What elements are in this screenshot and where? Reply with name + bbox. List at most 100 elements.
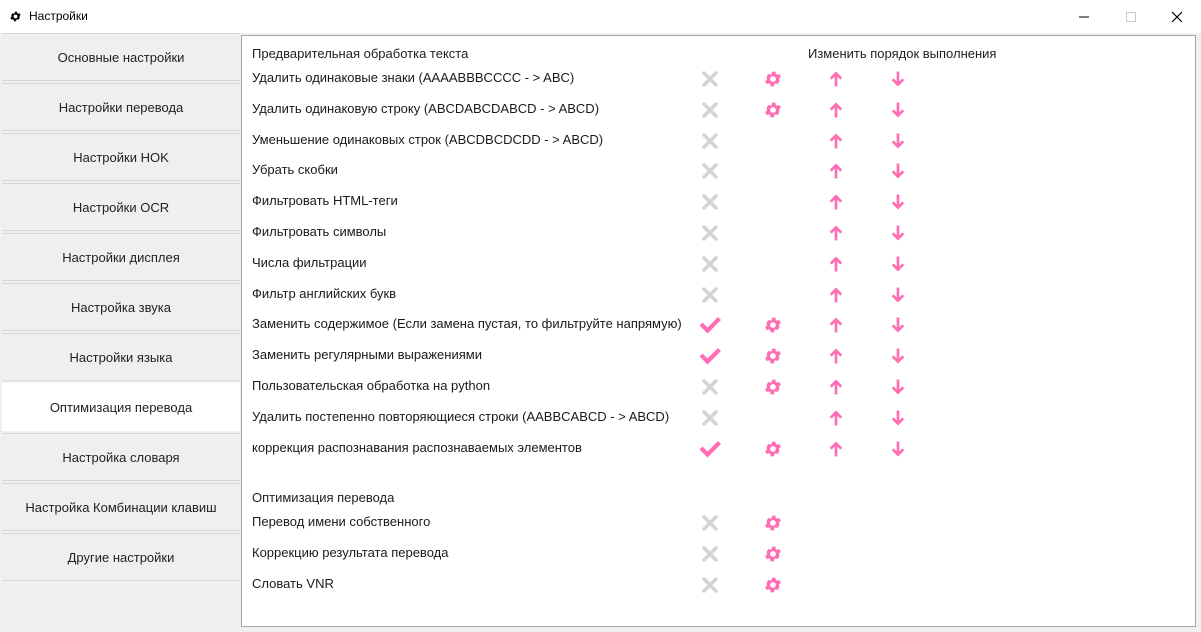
cross-icon[interactable] bbox=[697, 220, 723, 246]
arrow-down-icon[interactable] bbox=[888, 408, 908, 428]
arrow-down-icon[interactable] bbox=[888, 100, 908, 120]
sidebar-item-9[interactable]: Настройка Комбинации клавиш bbox=[2, 483, 240, 531]
gear-icon[interactable] bbox=[763, 100, 783, 120]
cross-icon[interactable] bbox=[697, 66, 723, 92]
close-icon bbox=[1171, 11, 1183, 23]
arrow-down-icon[interactable] bbox=[888, 192, 908, 212]
gear-icon[interactable] bbox=[763, 69, 783, 89]
arrow-down-icon[interactable] bbox=[888, 131, 908, 151]
preprocessing-row: Заменить регулярными выражениями bbox=[242, 341, 1197, 372]
arrow-down-icon[interactable] bbox=[888, 223, 908, 243]
arrow-up-icon[interactable] bbox=[826, 161, 846, 181]
preprocessing-label: Фильтр английских букв bbox=[252, 285, 397, 301]
arrow-down-icon[interactable] bbox=[888, 315, 908, 335]
preprocessing-row: Удалить одинаковые знаки (AAAABBBCCCC - … bbox=[242, 64, 1197, 95]
close-button[interactable] bbox=[1154, 0, 1200, 33]
gear-icon[interactable] bbox=[763, 439, 783, 459]
arrow-up-icon[interactable] bbox=[826, 377, 846, 397]
sidebar-item-5[interactable]: Настройка звука bbox=[2, 283, 240, 331]
preprocessing-label: Уменьшение одинаковых строк (ABCDBCDCDD … bbox=[252, 131, 604, 147]
sidebar-item-6[interactable]: Настройки языка bbox=[2, 333, 240, 381]
minimize-icon bbox=[1079, 16, 1089, 18]
preprocessing-row: Фильтровать HTML-теги bbox=[242, 187, 1197, 218]
arrow-up-icon[interactable] bbox=[826, 346, 846, 366]
gear-icon[interactable] bbox=[763, 544, 783, 564]
optimization-panel: Предварительная обработка текста Изменит… bbox=[241, 35, 1196, 627]
optimization-row: Перевод имени собственного bbox=[242, 508, 1197, 539]
preprocessing-label: Пользовательская обработка на python bbox=[252, 378, 491, 393]
preprocessing-label: Удалить одинаковые знаки (AAAABBBCCCC - … bbox=[252, 70, 575, 85]
optimization-title: Оптимизация перевода bbox=[252, 490, 395, 505]
arrow-up-icon[interactable] bbox=[826, 223, 846, 243]
maximize-button[interactable] bbox=[1108, 0, 1154, 33]
arrow-up-icon[interactable] bbox=[826, 408, 846, 428]
optimization-row: Словать VNR bbox=[242, 570, 1197, 601]
arrow-up-icon[interactable] bbox=[826, 100, 846, 120]
arrow-up-icon[interactable] bbox=[826, 439, 846, 459]
preprocessing-label: Фильтровать символы bbox=[252, 224, 387, 239]
check-icon[interactable] bbox=[697, 436, 723, 462]
preprocessing-row: Заменить содержимое (Если замена пустая,… bbox=[242, 310, 1197, 341]
check-icon[interactable] bbox=[697, 343, 723, 369]
cross-icon[interactable] bbox=[697, 158, 723, 184]
preprocessing-row: Удалить постепенно повторяющиеся строки … bbox=[242, 403, 1197, 434]
cross-icon[interactable] bbox=[697, 97, 723, 123]
preprocessing-label: Фильтровать HTML-теги bbox=[252, 193, 398, 209]
sidebar-item-3[interactable]: Настройки OCR bbox=[2, 183, 240, 231]
maximize-icon bbox=[1126, 12, 1136, 22]
optimization-row: Коррекцию результата перевода bbox=[242, 539, 1197, 570]
preprocessing-row: Числа фильтрации bbox=[242, 249, 1197, 280]
preprocessing-row: Пользовательская обработка на python bbox=[242, 372, 1197, 403]
preprocessing-row: коррекция распознавания распознаваемых э… bbox=[242, 434, 1197, 465]
gear-icon[interactable] bbox=[763, 377, 783, 397]
cross-icon[interactable] bbox=[697, 128, 723, 154]
cross-icon[interactable] bbox=[697, 405, 723, 431]
sidebar-item-1[interactable]: Настройки перевода bbox=[2, 83, 240, 131]
cross-icon[interactable] bbox=[697, 541, 723, 567]
cross-icon[interactable] bbox=[697, 282, 723, 308]
arrow-up-icon[interactable] bbox=[826, 131, 846, 151]
optimization-label: Коррекцию результата перевода bbox=[252, 545, 449, 560]
cross-icon[interactable] bbox=[697, 251, 723, 277]
preprocessing-row: Фильтровать символы bbox=[242, 218, 1197, 249]
gear-icon[interactable] bbox=[763, 315, 783, 335]
cross-icon[interactable] bbox=[697, 189, 723, 215]
sidebar-item-10[interactable]: Другие настройки bbox=[2, 533, 240, 581]
arrow-up-icon[interactable] bbox=[826, 69, 846, 89]
sidebar-item-4[interactable]: Настройки дисплея bbox=[2, 233, 240, 281]
cross-icon[interactable] bbox=[697, 374, 723, 400]
sidebar-item-8[interactable]: Настройка словаря bbox=[2, 433, 240, 481]
sidebar-item-0[interactable]: Основные настройки bbox=[2, 33, 240, 81]
cross-icon[interactable] bbox=[697, 572, 723, 598]
arrow-down-icon[interactable] bbox=[888, 254, 908, 274]
arrow-down-icon[interactable] bbox=[888, 377, 908, 397]
preprocessing-label: Заменить содержимое (Если замена пустая,… bbox=[252, 316, 682, 332]
arrow-down-icon[interactable] bbox=[888, 161, 908, 181]
gear-icon bbox=[10, 11, 21, 22]
preprocessing-label: Удалить постепенно повторяющиеся строки … bbox=[252, 408, 670, 424]
arrow-up-icon[interactable] bbox=[826, 315, 846, 335]
arrow-down-icon[interactable] bbox=[888, 285, 908, 305]
arrow-down-icon[interactable] bbox=[888, 439, 908, 459]
preprocessing-row: Фильтр английских букв bbox=[242, 280, 1197, 311]
sidebar-item-7[interactable]: Оптимизация перевода bbox=[2, 383, 240, 431]
arrow-up-icon[interactable] bbox=[826, 285, 846, 305]
preprocessing-row: Удалить одинаковую строку (ABCDABCDABCD … bbox=[242, 95, 1197, 126]
gear-icon[interactable] bbox=[763, 575, 783, 595]
gear-icon[interactable] bbox=[763, 346, 783, 366]
title-bar: Настройки bbox=[0, 0, 1201, 33]
gear-icon[interactable] bbox=[763, 513, 783, 533]
arrow-up-icon[interactable] bbox=[826, 192, 846, 212]
arrow-up-icon[interactable] bbox=[826, 254, 846, 274]
order-header: Изменить порядок выполнения bbox=[808, 46, 997, 61]
arrow-down-icon[interactable] bbox=[888, 346, 908, 366]
preprocessing-title: Предварительная обработка текста bbox=[252, 46, 469, 61]
arrow-down-icon[interactable] bbox=[888, 69, 908, 89]
cross-icon[interactable] bbox=[697, 510, 723, 536]
sidebar-item-2[interactable]: Настройки HOK bbox=[2, 133, 240, 181]
preprocessing-label: коррекция распознавания распознаваемых э… bbox=[252, 439, 582, 455]
check-icon[interactable] bbox=[697, 312, 723, 338]
preprocessing-label: Убрать скобки bbox=[252, 162, 338, 178]
minimize-button[interactable] bbox=[1061, 0, 1107, 33]
preprocessing-label: Числа фильтрации bbox=[252, 254, 367, 270]
